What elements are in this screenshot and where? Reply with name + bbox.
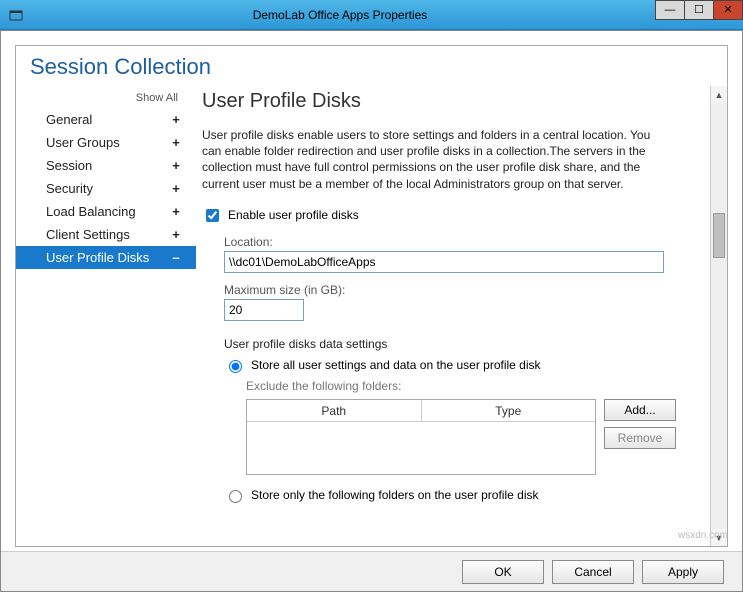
exclude-folders-label: Exclude the following folders:: [246, 379, 721, 393]
store-all-label: Store all user settings and data on the …: [251, 358, 541, 372]
collapse-icon: –: [170, 250, 182, 265]
close-button[interactable]: ✕: [713, 0, 743, 20]
sidebar-item-user-profile-disks[interactable]: User Profile Disks –: [16, 246, 196, 269]
sidebar-item-label: Session: [46, 158, 92, 173]
sidebar-item-general[interactable]: General +: [16, 108, 196, 131]
sidebar-item-label: User Groups: [46, 135, 120, 150]
store-only-radio[interactable]: [229, 490, 242, 503]
minimize-button[interactable]: —: [655, 0, 685, 20]
section-heading: User Profile Disks: [202, 90, 721, 113]
scroll-track[interactable]: [711, 103, 727, 529]
expand-icon: +: [170, 181, 182, 196]
remove-button[interactable]: Remove: [604, 427, 676, 449]
sidebar: Show All General + User Groups + Session…: [16, 86, 196, 546]
sidebar-item-user-groups[interactable]: User Groups +: [16, 131, 196, 154]
sidebar-item-load-balancing[interactable]: Load Balancing +: [16, 200, 196, 223]
sidebar-item-label: General: [46, 112, 92, 127]
enable-upd-checkbox[interactable]: [206, 209, 219, 222]
window-title: DemoLab Office Apps Properties: [24, 8, 656, 22]
store-only-label: Store only the following folders on the …: [251, 488, 539, 502]
sidebar-item-session[interactable]: Session +: [16, 154, 196, 177]
show-all-link[interactable]: Show All: [16, 86, 196, 108]
section-description: User profile disks enable users to store…: [202, 127, 672, 192]
expand-icon: +: [170, 135, 182, 150]
scroll-thumb[interactable]: [713, 213, 725, 258]
main-panel: User Profile Disks User profile disks en…: [196, 86, 727, 546]
dialog-footer: OK Cancel Apply: [1, 551, 742, 591]
store-all-radio[interactable]: [229, 360, 242, 373]
dialog-header: Session Collection: [16, 46, 727, 86]
page-title: Session Collection: [30, 54, 713, 80]
titlebar: DemoLab Office Apps Properties — ☐ ✕: [0, 0, 743, 30]
column-header-path[interactable]: Path: [247, 400, 422, 421]
sidebar-item-security[interactable]: Security +: [16, 177, 196, 200]
vertical-scrollbar[interactable]: ▲ ▼: [710, 86, 727, 546]
sidebar-item-label: User Profile Disks: [46, 250, 149, 265]
sidebar-item-label: Client Settings: [46, 227, 130, 242]
maxsize-input[interactable]: [224, 299, 304, 321]
cancel-button[interactable]: Cancel: [552, 560, 634, 584]
maximize-button[interactable]: ☐: [684, 0, 714, 20]
expand-icon: +: [170, 158, 182, 173]
column-header-type[interactable]: Type: [422, 400, 596, 421]
ok-button[interactable]: OK: [462, 560, 544, 584]
app-icon: [8, 7, 24, 23]
expand-icon: +: [170, 112, 182, 127]
location-input[interactable]: [224, 251, 664, 273]
scroll-up-icon[interactable]: ▲: [711, 86, 727, 103]
sidebar-item-label: Load Balancing: [46, 204, 136, 219]
dialog-body: Session Collection Show All General + Us…: [0, 30, 743, 592]
data-settings-label: User profile disks data settings: [224, 337, 721, 351]
add-button[interactable]: Add...: [604, 399, 676, 421]
exclude-folders-table[interactable]: Path Type: [246, 399, 596, 475]
location-label: Location:: [224, 235, 721, 249]
sidebar-item-label: Security: [46, 181, 93, 196]
watermark: wsxdn.com: [678, 530, 728, 541]
expand-icon: +: [170, 227, 182, 242]
maxsize-label: Maximum size (in GB):: [224, 283, 721, 297]
apply-button[interactable]: Apply: [642, 560, 724, 584]
enable-upd-label: Enable user profile disks: [228, 208, 359, 222]
expand-icon: +: [170, 204, 182, 219]
sidebar-item-client-settings[interactable]: Client Settings +: [16, 223, 196, 246]
